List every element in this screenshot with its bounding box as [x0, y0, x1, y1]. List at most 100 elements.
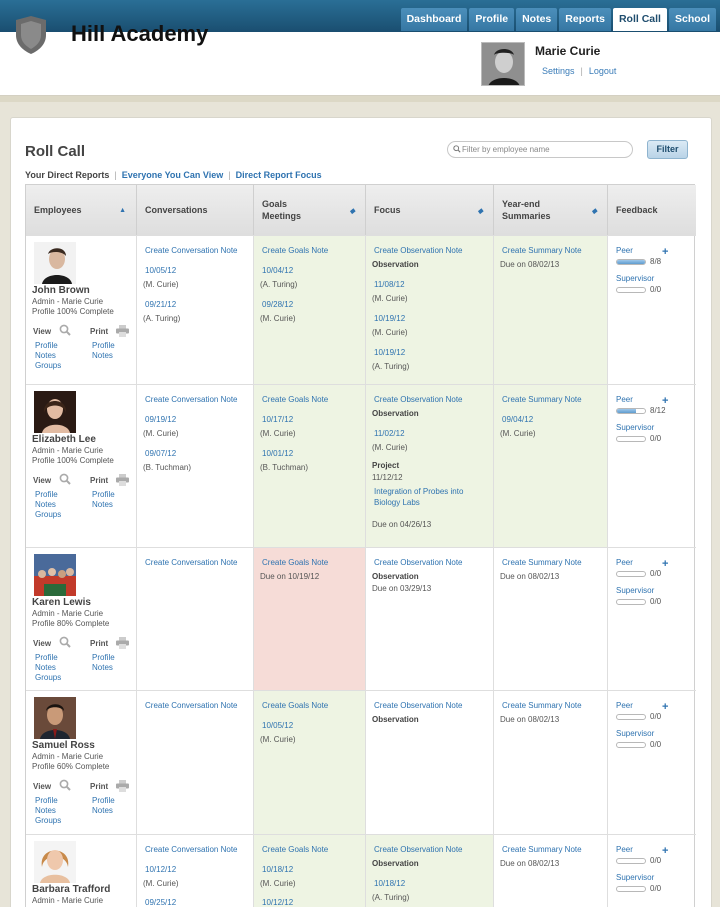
- sort-icon[interactable]: ◆: [350, 207, 355, 215]
- header-employees[interactable]: Employees ▲: [26, 185, 137, 235]
- supervisor-link[interactable]: Supervisor: [616, 729, 654, 738]
- create-summary-link[interactable]: Create Summary Note: [502, 246, 582, 255]
- add-peer-icon[interactable]: +: [662, 845, 668, 857]
- settings-link[interactable]: Settings: [542, 66, 575, 76]
- note-date-link[interactable]: 11/02/12: [374, 429, 405, 438]
- subnav-everyone-link[interactable]: Everyone You Can View: [122, 170, 224, 180]
- project-title-link[interactable]: Integration of Probes into: [374, 487, 463, 496]
- note-date-link[interactable]: 09/07/12: [145, 449, 176, 458]
- tab-school[interactable]: School: [668, 8, 716, 31]
- supervisor-link[interactable]: Supervisor: [616, 274, 654, 283]
- note-date-link[interactable]: 10/18/12: [374, 879, 405, 888]
- magnifier-icon[interactable]: [59, 473, 71, 485]
- magnifier-icon[interactable]: [59, 779, 71, 791]
- employee-photo[interactable]: [34, 841, 76, 883]
- add-peer-icon[interactable]: +: [662, 701, 668, 713]
- create-goals-link[interactable]: Create Goals Note: [262, 701, 328, 710]
- tab-roll-call[interactable]: Roll Call: [612, 8, 667, 31]
- note-date-link[interactable]: 09/19/12: [145, 415, 176, 424]
- tab-profile[interactable]: Profile: [469, 8, 515, 31]
- create-goals-link[interactable]: Create Goals Note: [262, 246, 328, 255]
- print-notes-link[interactable]: Notes: [92, 663, 115, 673]
- print-notes-link[interactable]: Notes: [92, 806, 115, 816]
- view-groups-link[interactable]: Groups: [35, 816, 61, 826]
- note-date-link[interactable]: 10/19/12: [374, 314, 405, 323]
- header-focus[interactable]: Focus ◆: [366, 185, 494, 235]
- note-date-link[interactable]: 10/17/12: [262, 415, 293, 424]
- note-date-link[interactable]: 10/12/12: [262, 898, 293, 907]
- add-peer-icon[interactable]: +: [662, 558, 668, 570]
- employee-name[interactable]: John Brown: [32, 285, 90, 296]
- print-profile-link[interactable]: Profile: [92, 490, 115, 500]
- supervisor-link[interactable]: Supervisor: [616, 423, 654, 432]
- note-date-link[interactable]: 10/04/12: [262, 266, 293, 275]
- view-groups-link[interactable]: Groups: [35, 510, 61, 520]
- note-date-link[interactable]: 10/18/12: [262, 865, 293, 874]
- employee-photo[interactable]: [34, 697, 76, 739]
- employee-name[interactable]: Samuel Ross: [32, 740, 95, 751]
- note-date-link[interactable]: 10/05/12: [262, 721, 293, 730]
- supervisor-link[interactable]: Supervisor: [616, 873, 654, 882]
- view-groups-link[interactable]: Groups: [35, 361, 61, 371]
- note-date-link[interactable]: 10/12/12: [145, 865, 176, 874]
- create-goals-link[interactable]: Create Goals Note: [262, 845, 328, 854]
- create-conversation-link[interactable]: Create Conversation Note: [145, 558, 238, 567]
- magnifier-icon[interactable]: [59, 324, 71, 336]
- create-observation-link[interactable]: Create Observation Note: [374, 246, 463, 255]
- create-summary-link[interactable]: Create Summary Note: [502, 845, 582, 854]
- add-peer-icon[interactable]: +: [662, 246, 668, 258]
- peer-link[interactable]: Peer: [616, 701, 633, 710]
- view-notes-link[interactable]: Notes: [35, 351, 61, 361]
- employee-photo[interactable]: [34, 554, 76, 596]
- search-input[interactable]: Filter by employee name: [447, 141, 633, 158]
- printer-icon[interactable]: [116, 780, 129, 792]
- view-groups-link[interactable]: Groups: [35, 673, 61, 683]
- view-notes-link[interactable]: Notes: [35, 500, 61, 510]
- print-profile-link[interactable]: Profile: [92, 796, 115, 806]
- create-summary-link[interactable]: Create Summary Note: [502, 701, 582, 710]
- view-notes-link[interactable]: Notes: [35, 806, 61, 816]
- employee-name[interactable]: Barbara Trafford: [32, 884, 110, 895]
- create-observation-link[interactable]: Create Observation Note: [374, 558, 463, 567]
- note-date-link[interactable]: 10/01/12: [262, 449, 293, 458]
- print-notes-link[interactable]: Notes: [92, 351, 115, 361]
- note-date-link[interactable]: 09/28/12: [262, 300, 293, 309]
- view-notes-link[interactable]: Notes: [35, 663, 61, 673]
- printer-icon[interactable]: [116, 474, 129, 486]
- employee-name[interactable]: Karen Lewis: [32, 597, 91, 608]
- sort-asc-icon[interactable]: ▲: [119, 207, 126, 214]
- note-date-link[interactable]: 09/21/12: [145, 300, 176, 309]
- note-date-link[interactable]: 11/08/12: [374, 280, 405, 289]
- peer-link[interactable]: Peer: [616, 845, 633, 854]
- note-date-link[interactable]: 10/05/12: [145, 266, 176, 275]
- header-goals[interactable]: Goals Meetings ◆: [254, 185, 366, 235]
- header-summaries[interactable]: Year-end Summaries ◆: [494, 185, 608, 235]
- create-conversation-link[interactable]: Create Conversation Note: [145, 395, 238, 404]
- view-profile-link[interactable]: Profile: [35, 341, 61, 351]
- create-observation-link[interactable]: Create Observation Note: [374, 395, 463, 404]
- create-goals-link[interactable]: Create Goals Note: [262, 395, 328, 404]
- create-conversation-link[interactable]: Create Conversation Note: [145, 701, 238, 710]
- sort-icon[interactable]: ◆: [478, 207, 483, 215]
- view-profile-link[interactable]: Profile: [35, 653, 61, 663]
- supervisor-link[interactable]: Supervisor: [616, 586, 654, 595]
- create-goals-link[interactable]: Create Goals Note: [262, 558, 328, 567]
- print-profile-link[interactable]: Profile: [92, 653, 115, 663]
- tab-notes[interactable]: Notes: [516, 8, 558, 31]
- printer-icon[interactable]: [116, 637, 129, 649]
- print-profile-link[interactable]: Profile: [92, 341, 115, 351]
- filter-button[interactable]: Filter: [647, 140, 688, 159]
- create-summary-link[interactable]: Create Summary Note: [502, 395, 582, 404]
- project-title-link[interactable]: Biology Labs: [374, 498, 420, 507]
- peer-link[interactable]: Peer: [616, 558, 633, 567]
- tab-dashboard[interactable]: Dashboard: [400, 8, 468, 31]
- printer-icon[interactable]: [116, 325, 129, 337]
- create-observation-link[interactable]: Create Observation Note: [374, 845, 463, 854]
- print-notes-link[interactable]: Notes: [92, 500, 115, 510]
- note-date-link[interactable]: 10/19/12: [374, 348, 405, 357]
- tab-reports[interactable]: Reports: [559, 8, 611, 31]
- peer-link[interactable]: Peer: [616, 395, 633, 404]
- create-observation-link[interactable]: Create Observation Note: [374, 701, 463, 710]
- employee-name[interactable]: Elizabeth Lee: [32, 434, 96, 445]
- note-date-link[interactable]: 09/25/12: [145, 898, 176, 907]
